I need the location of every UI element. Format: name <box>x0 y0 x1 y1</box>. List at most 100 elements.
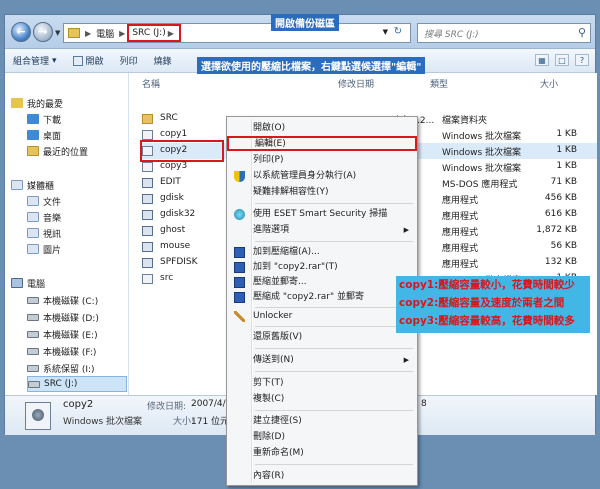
application-icon <box>142 258 153 268</box>
file-name: mouse <box>160 241 191 251</box>
nav-video[interactable]: 視訊 <box>27 225 127 241</box>
menu-label: 列印(P) <box>253 155 284 165</box>
column-header-size[interactable]: 大小 <box>540 77 558 90</box>
menu-item-edit[interactable]: 編輯(E) <box>227 136 417 151</box>
menu-item-cut[interactable]: 剪下(T) <box>229 376 415 391</box>
nav-drive-c[interactable]: 本機磁碟 (C:) <box>27 292 127 308</box>
menu-item-delete[interactable]: 刪除(D) <box>229 430 415 445</box>
nav-label: 電腦 <box>27 279 46 290</box>
menu-label: 編輯(E) <box>255 139 286 149</box>
menu-label: 壓縮成 "copy2.rar" 並郵寄 <box>253 292 364 302</box>
column-header-name[interactable]: 名稱 <box>142 77 160 90</box>
file-type: MS-DOS 應用程式 <box>442 180 518 190</box>
eset-icon <box>234 209 245 220</box>
menu-item-add-to-archive[interactable]: 加到壓縮檔(A)... <box>229 245 415 260</box>
print-button[interactable]: 列印 <box>112 54 146 67</box>
address-bar[interactable]: ▶ 電腦 ▶ SRC (J:) ▶ ▼ ↻ <box>63 23 411 43</box>
open-button[interactable]: 開啟 <box>65 54 112 67</box>
nav-drive-j[interactable]: SRC (J:) <box>27 376 127 392</box>
menu-item-create-shortcut[interactable]: 建立捷徑(S) <box>229 414 415 429</box>
details-modified-label: 修改日期: <box>147 402 187 412</box>
menu-label: Unlocker <box>253 311 293 321</box>
burn-button[interactable]: 燒錄 <box>146 54 180 67</box>
file-size: 71 KB <box>550 177 577 187</box>
menu-item-eset-scan[interactable]: 使用 ESET Smart Security 掃描 <box>229 207 415 222</box>
help-icon[interactable]: ? <box>575 54 589 66</box>
nav-label: 媒體櫃 <box>27 181 55 192</box>
menu-item-unlocker[interactable]: Unlocker <box>229 309 415 324</box>
menu-item-compress-copy2-and-email[interactable]: 壓縮成 "copy2.rar" 並郵寄 <box>229 290 415 305</box>
menu-label: 以系統管理員身分執行(A) <box>253 171 357 181</box>
file-type: Windows 批次檔案 <box>442 164 522 174</box>
navigation-pane: 我的最愛 下載 桌面 最近的位置 媒體櫃 文件 音樂 視訊 圖片 電腦 本機磁碟… <box>5 73 129 395</box>
file-size: 616 KB <box>544 209 577 219</box>
file-name: copy1 <box>160 129 188 139</box>
menu-separator <box>255 326 413 327</box>
note-copy3: copy3:壓縮容量較高，花費時間較多 <box>399 315 575 327</box>
back-button[interactable]: ← <box>11 22 31 42</box>
menu-item-compress-and-email[interactable]: 壓縮並郵寄... <box>229 275 415 290</box>
breadcrumb-drive-highlight[interactable]: SRC (J:) ▶ <box>127 24 181 42</box>
breadcrumb-computer[interactable]: 電腦 <box>93 27 117 40</box>
organize-label: 組合管理 <box>13 57 50 67</box>
menu-item-add-to-copy2-rar[interactable]: 加到 "copy2.rar"(T) <box>229 260 415 275</box>
menu-label: 重新命名(M) <box>253 448 304 458</box>
nav-drive-i[interactable]: 系統保留 (I:) <box>27 360 127 376</box>
search-input[interactable]: 搜尋 SRC (J:) ⚲ <box>417 23 591 43</box>
nav-favorites[interactable]: 我的最愛 <box>11 95 135 111</box>
submenu-arrow-icon: ▶ <box>403 226 409 234</box>
menu-item-send-to[interactable]: 傳送到(N) ▶ <box>229 353 415 368</box>
nav-downloads[interactable]: 下載 <box>27 111 127 127</box>
nav-drive-f[interactable]: 本機磁碟 (F:) <box>27 343 127 359</box>
menu-separator <box>255 410 413 411</box>
nav-label: 系統保留 (I:) <box>43 364 95 375</box>
file-name: copy3 <box>160 161 188 171</box>
breadcrumb-drive[interactable]: SRC (J:) <box>132 28 165 38</box>
menu-item-copy[interactable]: 複製(C) <box>229 392 415 407</box>
recent-pages-dropdown-icon[interactable]: ▼ <box>55 29 60 37</box>
menu-item-advanced-options[interactable]: 進階選項 ▶ <box>229 223 415 238</box>
details-size-value: 171 位元 <box>191 417 230 427</box>
refresh-icon[interactable]: ↻ <box>390 26 406 40</box>
breadcrumb-chevron-icon[interactable]: ▶ <box>166 29 176 38</box>
open-label: 開啟 <box>85 57 104 67</box>
winrar-icon <box>234 277 245 288</box>
menu-item-run-as-admin[interactable]: 以系統管理員身分執行(A) <box>229 169 415 184</box>
nav-documents[interactable]: 文件 <box>27 193 127 209</box>
menu-item-print[interactable]: 列印(P) <box>229 153 415 168</box>
nav-music[interactable]: 音樂 <box>27 209 127 225</box>
menu-item-properties[interactable]: 內容(R) <box>229 469 415 484</box>
file-name: gdisk32 <box>160 209 196 219</box>
pictures-icon <box>27 244 39 254</box>
menu-item-restore-previous[interactable]: 還原舊版(V) <box>229 330 415 345</box>
nav-computer[interactable]: 電腦 <box>11 275 135 291</box>
organize-button[interactable]: 組合管理 ▾ <box>5 54 65 68</box>
nav-libraries[interactable]: 媒體櫃 <box>11 177 135 193</box>
nav-desktop[interactable]: 桌面 <box>27 127 127 143</box>
address-dropdown-icon[interactable]: ▼ <box>383 28 388 36</box>
breadcrumb-chevron-icon[interactable]: ▶ <box>83 29 93 38</box>
forward-button[interactable]: → <box>33 22 53 42</box>
batch-file-icon <box>142 162 153 172</box>
nav-label: 圖片 <box>43 245 62 256</box>
application-icon <box>142 194 153 204</box>
nav-recent-places[interactable]: 最近的位置 <box>27 143 127 159</box>
nav-drive-d[interactable]: 本機磁碟 (D:) <box>27 309 127 325</box>
preview-pane-icon[interactable]: □ <box>555 54 569 66</box>
menu-item-troubleshoot-compat[interactable]: 疑難排解相容性(Y) <box>229 185 415 200</box>
winrar-icon <box>234 262 245 273</box>
breadcrumb-chevron-icon[interactable]: ▶ <box>117 29 127 38</box>
folder-icon <box>68 28 80 38</box>
star-icon <box>11 98 23 108</box>
nav-drive-e[interactable]: 本機磁碟 (E:) <box>27 326 127 342</box>
documents-icon <box>27 196 39 206</box>
print-label: 列印 <box>119 57 138 67</box>
column-header-type[interactable]: 類型 <box>430 77 448 90</box>
column-header-date[interactable]: 修改日期 <box>338 77 374 90</box>
nav-pictures[interactable]: 圖片 <box>27 241 127 257</box>
view-options-icon[interactable]: ▦ <box>535 54 549 66</box>
file-name: ghost <box>160 225 186 235</box>
search-icon[interactable]: ⚲ <box>578 26 586 39</box>
menu-item-rename[interactable]: 重新命名(M) <box>229 446 415 461</box>
menu-item-open[interactable]: 開啟(O) <box>229 121 415 136</box>
